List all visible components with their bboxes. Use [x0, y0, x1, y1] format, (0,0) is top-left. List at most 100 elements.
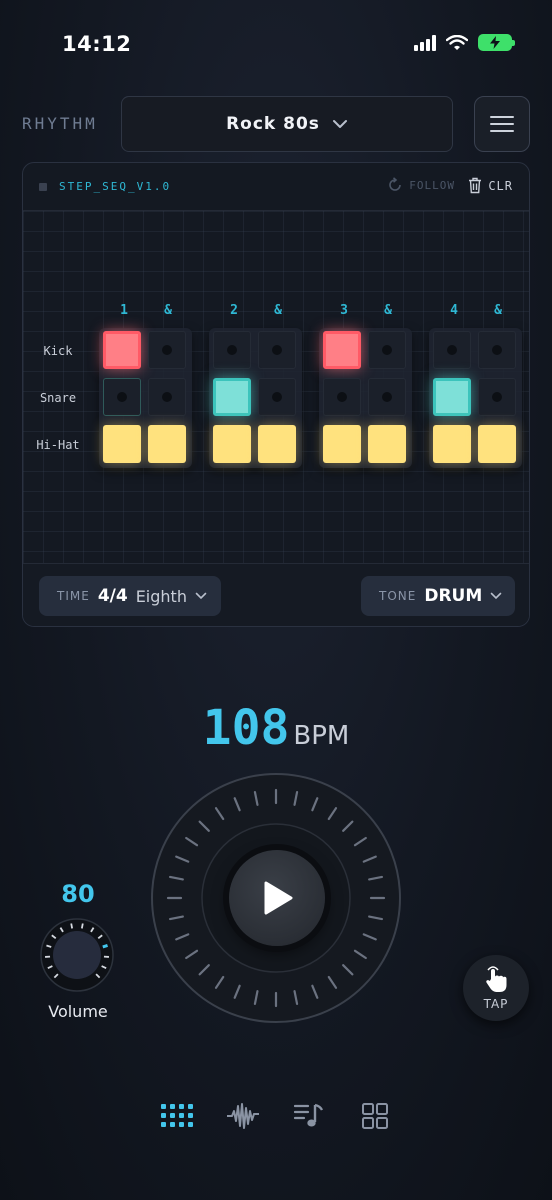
- sequencer-panel: STEP_SEQ_V1.0 FOLLOW CLR 1 & 2 & 3 & 4 &…: [22, 162, 530, 627]
- time-signature-select[interactable]: TIME 4/4 Eighth: [39, 576, 221, 616]
- grid-icon: [161, 1104, 193, 1127]
- step-indicator: [117, 392, 127, 402]
- time-key: TIME: [57, 589, 90, 603]
- bpm-value: 108: [202, 700, 290, 756]
- clear-button[interactable]: CLR: [468, 177, 513, 194]
- row-label-hihat: Hi-Hat: [36, 438, 80, 452]
- beat-label: 2: [230, 303, 238, 318]
- apps-icon: [362, 1103, 388, 1129]
- chevron-down-icon: [332, 120, 347, 128]
- step-button-snare-2[interactable]: [148, 378, 186, 416]
- beat-label: &: [384, 303, 392, 318]
- knob-tick: [102, 944, 108, 949]
- battery-icon: [478, 34, 515, 51]
- waveform-icon: [227, 1103, 259, 1129]
- nav-sequencer[interactable]: [159, 1096, 195, 1136]
- step-indicator: [382, 392, 392, 402]
- refresh-icon: [389, 177, 402, 191]
- step-button-hat-3[interactable]: [213, 425, 251, 463]
- step-button-snare-4[interactable]: [258, 378, 296, 416]
- sequencer-header: STEP_SEQ_V1.0 FOLLOW CLR: [23, 163, 529, 211]
- step-indicator: [492, 392, 502, 402]
- step-indicator: [382, 345, 392, 355]
- nav-playlist[interactable]: [291, 1096, 327, 1136]
- nav-apps[interactable]: [357, 1096, 393, 1136]
- beat-label: &: [164, 303, 172, 318]
- sequencer-name: STEP_SEQ_V1.0: [59, 180, 172, 193]
- preset-select[interactable]: Rock 80s: [121, 96, 453, 152]
- step-button-snare-7[interactable]: [433, 378, 471, 416]
- step-button-kick-5[interactable]: [323, 331, 361, 369]
- knob-tick: [70, 923, 74, 929]
- nav-waveform[interactable]: [225, 1096, 261, 1136]
- row-label-snare: Snare: [39, 391, 77, 405]
- step-indicator: [272, 345, 282, 355]
- step-indicator: [337, 392, 347, 402]
- step-button-snare-3[interactable]: [213, 378, 251, 416]
- preset-label: Rock 80s: [226, 114, 320, 134]
- cellular-signal-icon: [414, 34, 436, 51]
- status-icons: [414, 34, 515, 51]
- menu-icon: [490, 116, 514, 118]
- step-button-hat-5[interactable]: [323, 425, 361, 463]
- volume-label: Volume: [48, 1002, 108, 1021]
- status-led: [39, 182, 47, 191]
- sequencer-footer: TIME 4/4 Eighth TONE DRUM: [23, 563, 529, 626]
- step-button-kick-4[interactable]: [258, 331, 296, 369]
- follow-label: FOLLOW: [409, 178, 455, 192]
- step-grid: 1 & 2 & 3 & 4 & Kick Snare Hi-Hat: [23, 211, 529, 563]
- app-brand: RHYTHM: [22, 114, 98, 133]
- step-button-kick-2[interactable]: [148, 331, 186, 369]
- step-button-snare-5[interactable]: [323, 378, 361, 416]
- trash-icon: [469, 177, 482, 194]
- tone-value: DRUM: [424, 586, 483, 606]
- step-button-snare-1[interactable]: [103, 378, 141, 416]
- step-indicator: [492, 345, 502, 355]
- tone-key: TONE: [379, 589, 417, 603]
- status-bar: 14:12: [0, 0, 552, 90]
- bpm-unit: BPM: [293, 721, 350, 751]
- step-indicator: [272, 392, 282, 402]
- step-button-snare-6[interactable]: [368, 378, 406, 416]
- status-time: 14:12: [62, 32, 132, 56]
- step-button-hat-4[interactable]: [258, 425, 296, 463]
- wifi-icon: [446, 34, 468, 50]
- step-button-kick-3[interactable]: [213, 331, 251, 369]
- step-button-kick-8[interactable]: [478, 331, 516, 369]
- volume-value: 80: [61, 880, 95, 908]
- step-button-kick-7[interactable]: [433, 331, 471, 369]
- play-icon: [264, 881, 293, 915]
- step-button-kick-6[interactable]: [368, 331, 406, 369]
- knob-tick: [80, 923, 84, 929]
- tap-tempo-button[interactable]: TAP: [463, 955, 529, 1021]
- chevron-down-icon: [195, 592, 207, 600]
- clear-label: CLR: [488, 178, 513, 193]
- step-button-hat-7[interactable]: [433, 425, 471, 463]
- time-value: 4/4: [97, 586, 128, 606]
- chevron-down-icon: [490, 592, 502, 600]
- tempo-display: 108 BPM: [0, 700, 552, 756]
- step-indicator: [162, 345, 172, 355]
- step-button-hat-1[interactable]: [103, 425, 141, 463]
- beat-label: 3: [340, 303, 348, 318]
- beat-label: &: [274, 303, 282, 318]
- step-indicator: [447, 345, 457, 355]
- tap-label: TAP: [483, 997, 509, 1011]
- step-button-hat-2[interactable]: [148, 425, 186, 463]
- follow-toggle[interactable]: FOLLOW: [387, 177, 455, 193]
- volume-knob[interactable]: [40, 918, 114, 992]
- playlist-icon: [294, 1103, 324, 1127]
- step-button-hat-6[interactable]: [368, 425, 406, 463]
- step-button-kick-1[interactable]: [103, 331, 141, 369]
- beat-label: 1: [120, 303, 128, 318]
- tone-select[interactable]: TONE DRUM: [361, 576, 515, 616]
- hand-pointer-icon: [486, 966, 507, 992]
- step-indicator: [162, 392, 172, 402]
- beat-label: 4: [450, 303, 458, 318]
- play-button[interactable]: [229, 850, 325, 946]
- menu-button[interactable]: [474, 96, 530, 152]
- step-button-snare-8[interactable]: [478, 378, 516, 416]
- step-indicator: [227, 345, 237, 355]
- row-label-kick: Kick: [43, 344, 73, 358]
- step-button-hat-8[interactable]: [478, 425, 516, 463]
